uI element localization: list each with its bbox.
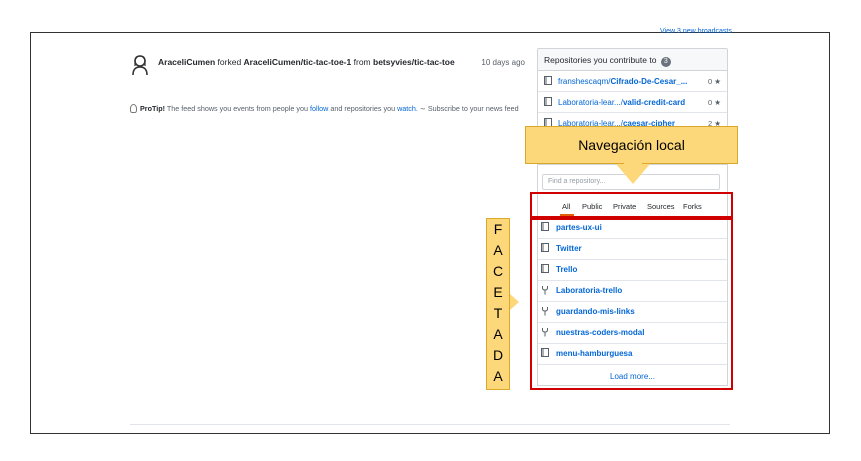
facetada-letter: C xyxy=(492,263,504,279)
protip: ProTip! The feed shows you events from p… xyxy=(130,104,519,113)
filter-tab-public[interactable]: Public xyxy=(582,202,602,211)
feed-source-link[interactable]: betsyvies/tic-tac-toe xyxy=(373,57,455,67)
protip-text-2: and repositories you xyxy=(330,104,396,113)
local-navigation-highlight: All Public Private Sources Forks xyxy=(530,192,733,218)
subscribe-text[interactable]: Subscribe to your news feed xyxy=(428,104,519,113)
repo-link[interactable]: partes-ux-ui xyxy=(556,223,602,232)
active-tab-indicator xyxy=(560,214,574,216)
contribute-row[interactable]: Laboratoria-lear.../valid-credit-card 0 … xyxy=(538,92,727,113)
star-count: 0 ★ xyxy=(708,77,721,86)
faceted-list-highlight: partes-ux-ui Twitter Trello Laboratoria-… xyxy=(530,218,733,390)
repo-list-item[interactable]: menu-hamburguesa xyxy=(538,344,727,365)
feed-target-link[interactable]: AraceliCumen/tic-tac-toe-1 xyxy=(244,57,352,67)
lightbulb-icon xyxy=(130,104,137,113)
facetada-letter: A xyxy=(493,326,503,342)
repo-link[interactable]: Twitter xyxy=(556,244,582,253)
follow-link[interactable]: follow xyxy=(310,104,328,113)
contribute-count: 3 xyxy=(660,57,671,67)
facetada-letter: E xyxy=(493,284,503,300)
repo-link[interactable]: Laboratoria-trello xyxy=(556,286,622,295)
filter-tab-sources[interactable]: Sources xyxy=(647,202,675,211)
watch-link[interactable]: watch. xyxy=(397,104,418,113)
repo-list-item[interactable]: nuestras-coders-modal xyxy=(538,323,727,344)
facetada-letter: F xyxy=(493,221,503,237)
filter-tab-private[interactable]: Private xyxy=(613,202,636,211)
rss-icon: ∼ xyxy=(419,104,426,113)
protip-text-1: The feed shows you events from people yo… xyxy=(166,104,308,113)
callout-navegacion-local: Navegación local xyxy=(525,126,738,164)
feed-action: forked xyxy=(217,57,242,67)
repo-icon xyxy=(541,243,549,252)
repo-list-item[interactable]: Trello xyxy=(538,260,727,281)
repo-list-item[interactable]: guardando-mis-links xyxy=(538,302,727,323)
repo-link[interactable]: menu-hamburguesa xyxy=(556,349,632,358)
feed-text: AraceliCumen forked AraceliCumen/tic-tac… xyxy=(158,57,455,67)
contribute-header: Repositories you contribute to 3 xyxy=(538,49,727,71)
star-icon: ★ xyxy=(714,98,721,107)
repo-icon xyxy=(544,97,552,106)
filter-tab-forks[interactable]: Forks xyxy=(683,202,702,211)
contribute-repo-link[interactable]: franshescaqm/Cifrado-De-Cesar_... xyxy=(558,77,687,86)
callout-arrow-right-icon xyxy=(510,294,519,310)
fork-icon xyxy=(542,307,548,316)
repo-list-item[interactable]: Twitter xyxy=(538,239,727,260)
repo-icon xyxy=(541,264,549,273)
protip-label: ProTip! xyxy=(140,104,166,113)
repo-list-item[interactable]: Laboratoria-trello xyxy=(538,281,727,302)
fork-icon xyxy=(542,286,548,295)
load-more-button[interactable]: Load more... xyxy=(538,368,727,386)
repo-link[interactable]: guardando-mis-links xyxy=(556,307,635,316)
repo-link[interactable]: nuestras-coders-modal xyxy=(556,328,644,337)
feed-actor-link[interactable]: AraceliCumen xyxy=(158,57,215,67)
facetada-letter: A xyxy=(493,242,503,258)
repo-icon xyxy=(544,76,552,85)
contribute-title: Repositories you contribute to xyxy=(544,55,657,65)
callout-facetada: F A C E T A D A xyxy=(486,218,510,390)
facetada-letter: A xyxy=(493,368,503,384)
fork-icon xyxy=(542,328,548,337)
avatar-icon[interactable] xyxy=(130,54,150,76)
divider xyxy=(130,424,730,425)
feed-from: from xyxy=(353,57,371,67)
repo-icon xyxy=(541,348,549,357)
facetada-letter: T xyxy=(493,305,503,321)
contribute-row[interactable]: franshescaqm/Cifrado-De-Cesar_... 0 ★ xyxy=(538,71,727,92)
repo-icon xyxy=(541,222,549,231)
feed-item: AraceliCumen forked AraceliCumen/tic-tac… xyxy=(130,54,525,76)
feed-time: 10 days ago xyxy=(481,58,525,67)
facetada-letter: D xyxy=(492,347,504,363)
contribute-repo-link[interactable]: Laboratoria-lear.../valid-credit-card xyxy=(558,98,685,107)
star-count: 0 ★ xyxy=(708,98,721,107)
filter-tab-all[interactable]: All xyxy=(562,202,570,211)
repo-list-item[interactable]: partes-ux-ui xyxy=(538,218,727,239)
star-icon: ★ xyxy=(714,77,721,86)
broadcasts-link[interactable]: View 3 new broadcasts xyxy=(660,28,732,35)
contribute-panel: Repositories you contribute to 3 franshe… xyxy=(537,48,728,128)
callout-arrow-down-icon xyxy=(616,164,650,184)
repo-link[interactable]: Trello xyxy=(556,265,577,274)
